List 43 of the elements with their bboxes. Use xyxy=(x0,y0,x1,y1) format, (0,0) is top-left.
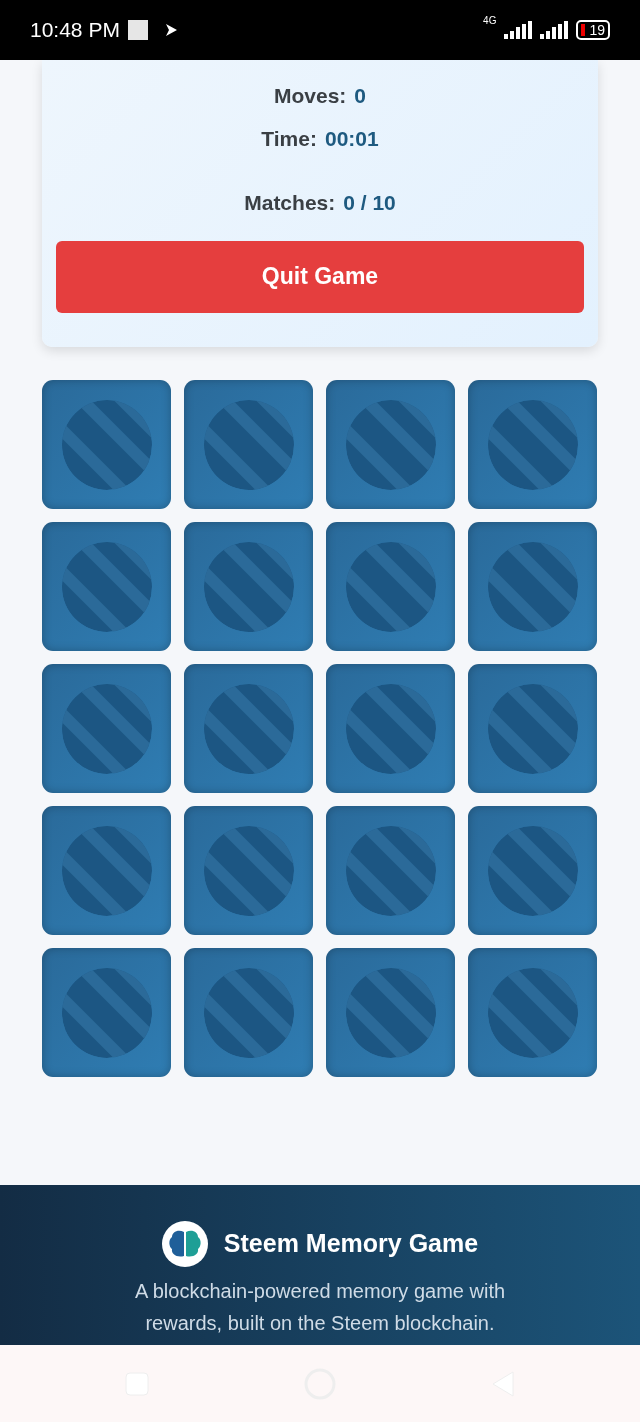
card-back[interactable] xyxy=(184,380,313,509)
signal-icon xyxy=(540,21,569,39)
card-back[interactable] xyxy=(326,664,455,793)
striped-circle-icon xyxy=(487,399,578,490)
card-back[interactable] xyxy=(42,380,171,509)
stat-value: 00:01 xyxy=(324,125,379,152)
card-back[interactable] xyxy=(184,948,313,1077)
striped-circle-icon xyxy=(487,541,578,632)
stat-value: 0 / 10 xyxy=(343,190,396,216)
notification-icon xyxy=(127,20,148,40)
card-back[interactable] xyxy=(184,806,313,935)
card-back[interactable] xyxy=(468,948,597,1077)
signal-icon xyxy=(504,21,533,39)
footer-description: A blockchain-powered memory game with rewards, built on the Steem blockchain. xyxy=(133,1279,507,1336)
quit-game-button[interactable]: Quit Game xyxy=(56,240,584,313)
card-back[interactable] xyxy=(326,806,455,935)
footer-title: Steem Memory Game xyxy=(223,1228,479,1260)
striped-circle-icon xyxy=(487,967,578,1058)
stat-value: 0 xyxy=(354,83,366,109)
battery-level-icon xyxy=(581,24,586,36)
striped-circle-icon xyxy=(487,825,578,916)
card-back[interactable] xyxy=(326,380,455,509)
stat-label: Time: xyxy=(261,125,317,152)
card-back[interactable] xyxy=(42,522,171,651)
card-back[interactable] xyxy=(468,664,597,793)
card-back[interactable] xyxy=(42,806,171,935)
stat-label: Moves: xyxy=(273,83,347,109)
battery-percent: 19 xyxy=(589,23,605,37)
brain-logo-icon xyxy=(161,1221,208,1267)
striped-circle-icon xyxy=(487,683,578,774)
play-icon xyxy=(163,23,178,37)
card-back[interactable] xyxy=(42,948,171,1077)
status-time: 10:48 PM xyxy=(30,17,120,44)
card-back[interactable] xyxy=(326,522,455,651)
card-back[interactable] xyxy=(468,806,597,935)
card-back[interactable] xyxy=(42,664,171,793)
network-type: 4G xyxy=(483,16,497,26)
card-back[interactable] xyxy=(326,948,455,1077)
card-back[interactable] xyxy=(468,522,597,651)
card-back[interactable] xyxy=(468,380,597,509)
card-back[interactable] xyxy=(184,664,313,793)
card-back[interactable] xyxy=(184,522,313,651)
stat-label: Matches: xyxy=(244,190,336,216)
